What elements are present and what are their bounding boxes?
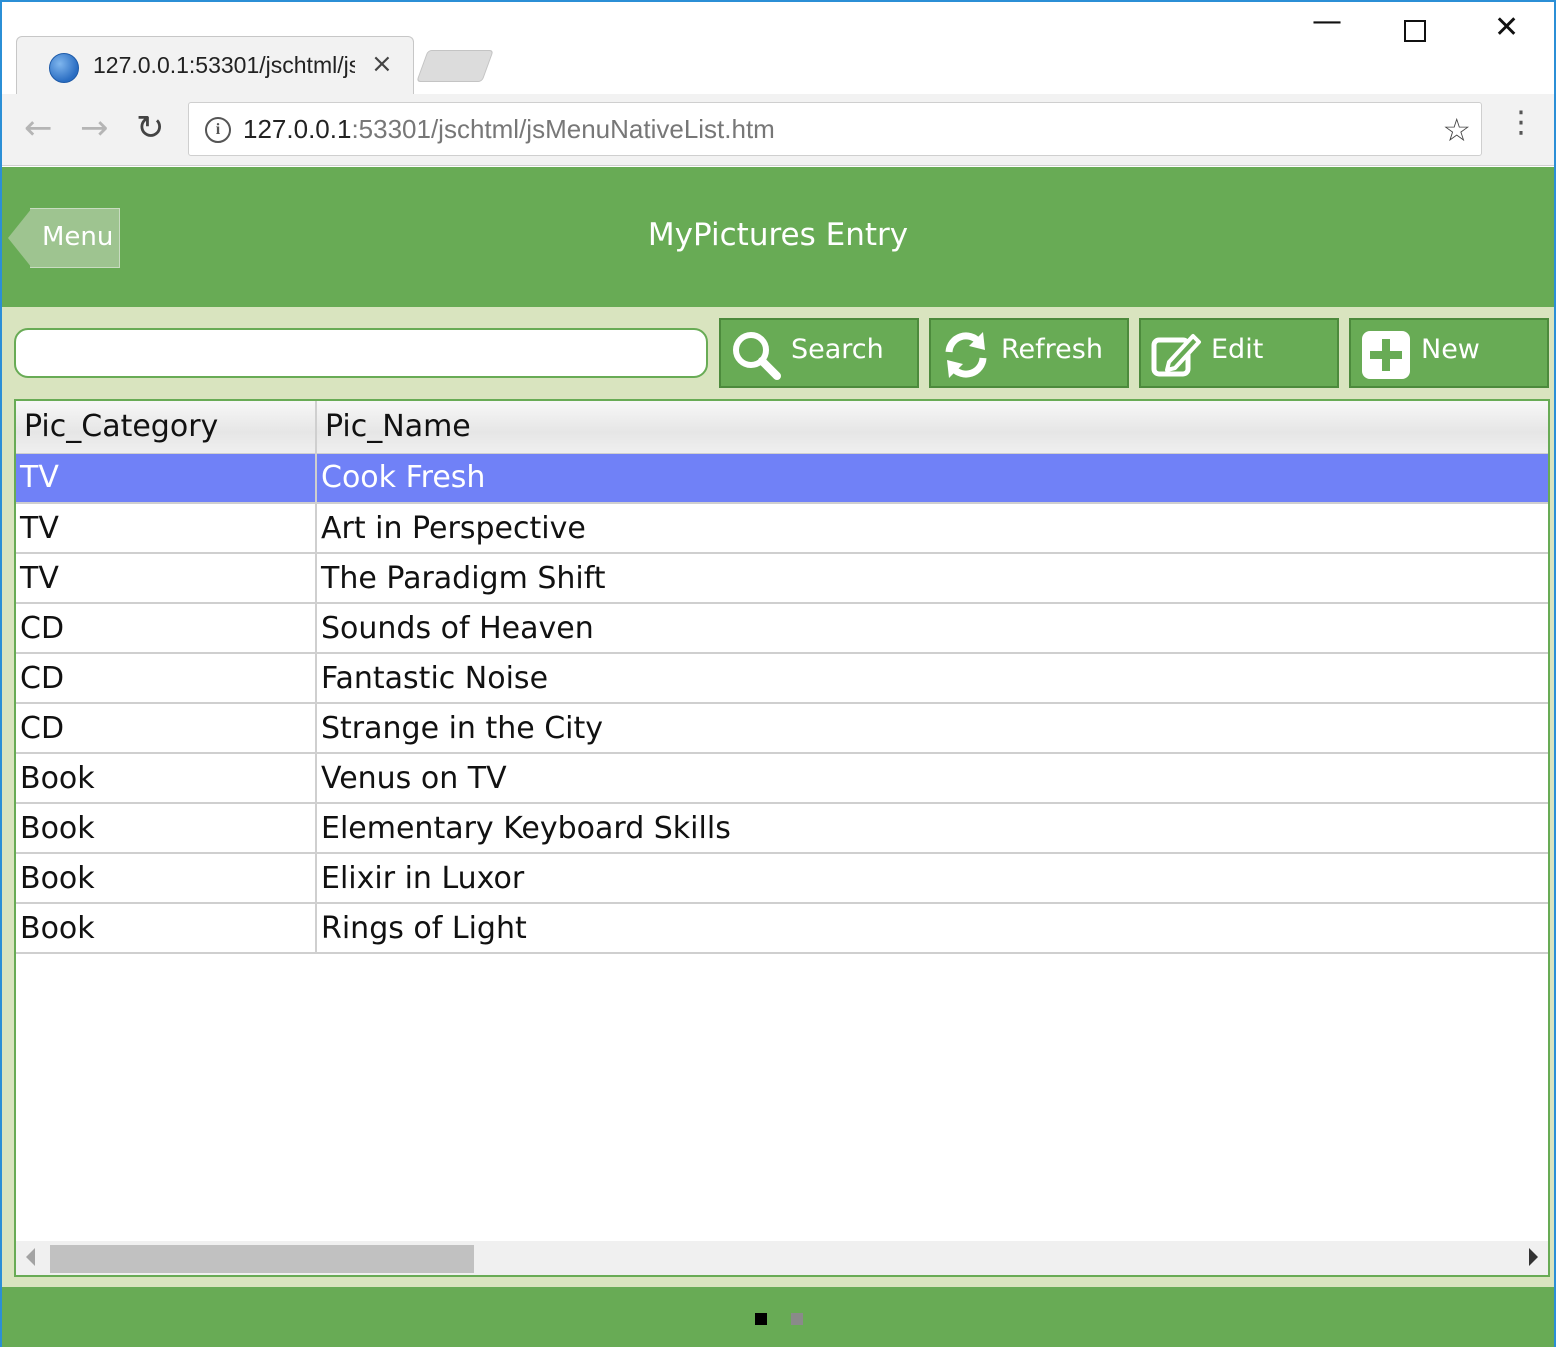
cell-category[interactable]: TV xyxy=(16,453,317,504)
grid-header-row: Pic_Category Pic_Name xyxy=(16,401,1548,454)
cell-name[interactable]: Strange in the City xyxy=(316,703,1548,754)
grid-table: Pic_Category Pic_Name TV Cook Fresh TV Art… xyxy=(16,401,1548,954)
close-window-icon[interactable]: ✕ xyxy=(1494,10,1519,45)
info-icon[interactable]: i xyxy=(205,117,231,143)
tab-strip: 127.0.0.1:53301/jschtml/jsMenuNativeList… xyxy=(2,2,1554,94)
table-row[interactable]: Book Elementary Keyboard Skills xyxy=(16,803,1548,854)
table-row[interactable]: TV The Paradigm Shift xyxy=(16,553,1548,604)
browser-tab[interactable]: 127.0.0.1:53301/jschtml/jsMenuNativeList… xyxy=(16,36,414,94)
address-bar[interactable]: i 127.0.0.1:53301/jschtml/jsMenuNativeLi… xyxy=(188,102,1482,156)
table-row[interactable]: CD Strange in the City xyxy=(16,703,1548,754)
page-indicator-active[interactable] xyxy=(755,1313,767,1325)
globe-icon xyxy=(49,53,79,83)
cell-name[interactable]: Fantastic Noise xyxy=(316,653,1548,704)
refresh-button[interactable]: Refresh xyxy=(929,318,1129,388)
column-header-category[interactable]: Pic_Category xyxy=(16,401,317,454)
table-row[interactable]: Book Venus on TV xyxy=(16,753,1548,804)
bookmark-star-icon[interactable]: ☆ xyxy=(1442,111,1471,149)
app-header: Menu MyPictures Entry xyxy=(2,167,1554,307)
table-row[interactable]: Book Rings of Light xyxy=(16,903,1548,954)
url-host: 127.0.0.1 xyxy=(243,114,352,144)
new-button-label: New xyxy=(1421,334,1480,365)
cell-category[interactable]: Book xyxy=(16,753,317,804)
cell-name[interactable]: Art in Perspective xyxy=(316,503,1548,554)
page-title: MyPictures Entry xyxy=(647,217,909,253)
plus-square-icon xyxy=(1362,331,1410,379)
reload-icon[interactable]: ↻ xyxy=(136,110,165,146)
browser-menu-icon[interactable]: ⋮ xyxy=(1506,108,1536,138)
cell-name[interactable]: The Paradigm Shift xyxy=(316,553,1548,604)
table-row[interactable]: TV Cook Fresh xyxy=(16,453,1548,504)
scroll-right-arrow-icon[interactable] xyxy=(1529,1248,1538,1266)
maximize-icon[interactable] xyxy=(1404,20,1426,42)
column-header-name[interactable]: Pic_Name xyxy=(316,401,1548,454)
edit-button-label: Edit xyxy=(1211,334,1264,365)
edit-button[interactable]: Edit xyxy=(1139,318,1339,388)
cell-name[interactable]: Sounds of Heaven xyxy=(316,603,1548,654)
app-page: Menu MyPictures Entry Search Refresh Edi… xyxy=(2,167,1554,1347)
refresh-icon xyxy=(945,332,987,378)
table-row[interactable]: TV Art in Perspective xyxy=(16,503,1548,554)
app-footer xyxy=(2,1287,1554,1347)
page-indicator-inactive[interactable] xyxy=(791,1313,803,1325)
table-row[interactable]: CD Sounds of Heaven xyxy=(16,603,1548,654)
close-tab-icon[interactable]: × xyxy=(371,49,393,79)
minimize-icon[interactable]: — xyxy=(1312,4,1342,39)
cell-category[interactable]: CD xyxy=(16,653,317,704)
cell-name[interactable]: Elixir in Luxor xyxy=(316,853,1548,904)
cell-name[interactable]: Elementary Keyboard Skills xyxy=(316,803,1548,854)
url-text[interactable]: 127.0.0.1:53301/jschtml/jsMenuNativeList… xyxy=(243,114,775,145)
new-button[interactable]: New xyxy=(1349,318,1549,388)
url-path: :53301/jschtml/jsMenuNativeList.htm xyxy=(351,114,775,144)
cell-category[interactable]: CD xyxy=(16,603,317,654)
table-row[interactable]: Book Elixir in Luxor xyxy=(16,853,1548,904)
browser-toolbar: ← → ↻ i 127.0.0.1:53301/jschtml/jsMenuNa… xyxy=(2,94,1554,166)
cell-category[interactable]: Book xyxy=(16,903,317,954)
back-arrow-icon[interactable]: ← xyxy=(24,110,53,146)
cell-category[interactable]: TV xyxy=(16,553,317,604)
cell-name[interactable]: Rings of Light xyxy=(316,903,1548,954)
forward-arrow-icon[interactable]: → xyxy=(80,110,109,146)
cell-name[interactable]: Cook Fresh xyxy=(316,453,1548,504)
scrollbar-thumb[interactable] xyxy=(50,1245,474,1273)
table-row[interactable]: CD Fantastic Noise xyxy=(16,653,1548,704)
cell-category[interactable]: Book xyxy=(16,853,317,904)
cell-category[interactable]: TV xyxy=(16,503,317,554)
scroll-left-arrow-icon[interactable] xyxy=(26,1248,35,1266)
cell-category[interactable]: Book xyxy=(16,803,317,854)
tab-title: 127.0.0.1:53301/jschtml/jsMenuNativeList… xyxy=(93,52,355,78)
data-grid: Pic_Category Pic_Name TV Cook Fresh TV Art… xyxy=(14,399,1550,1277)
new-tab-button[interactable] xyxy=(416,50,494,82)
refresh-button-label: Refresh xyxy=(1001,334,1103,365)
search-icon xyxy=(733,332,781,380)
horizontal-scrollbar[interactable] xyxy=(16,1241,1548,1275)
cell-category[interactable]: CD xyxy=(16,703,317,754)
cell-name[interactable]: Venus on TV xyxy=(316,753,1548,804)
edit-icon xyxy=(1151,334,1201,377)
search-button-label: Search xyxy=(791,334,884,365)
browser-window: 127.0.0.1:53301/jschtml/jsMenuNativeList… xyxy=(0,0,1556,1347)
search-button[interactable]: Search xyxy=(719,318,919,388)
search-input[interactable] xyxy=(14,328,708,378)
